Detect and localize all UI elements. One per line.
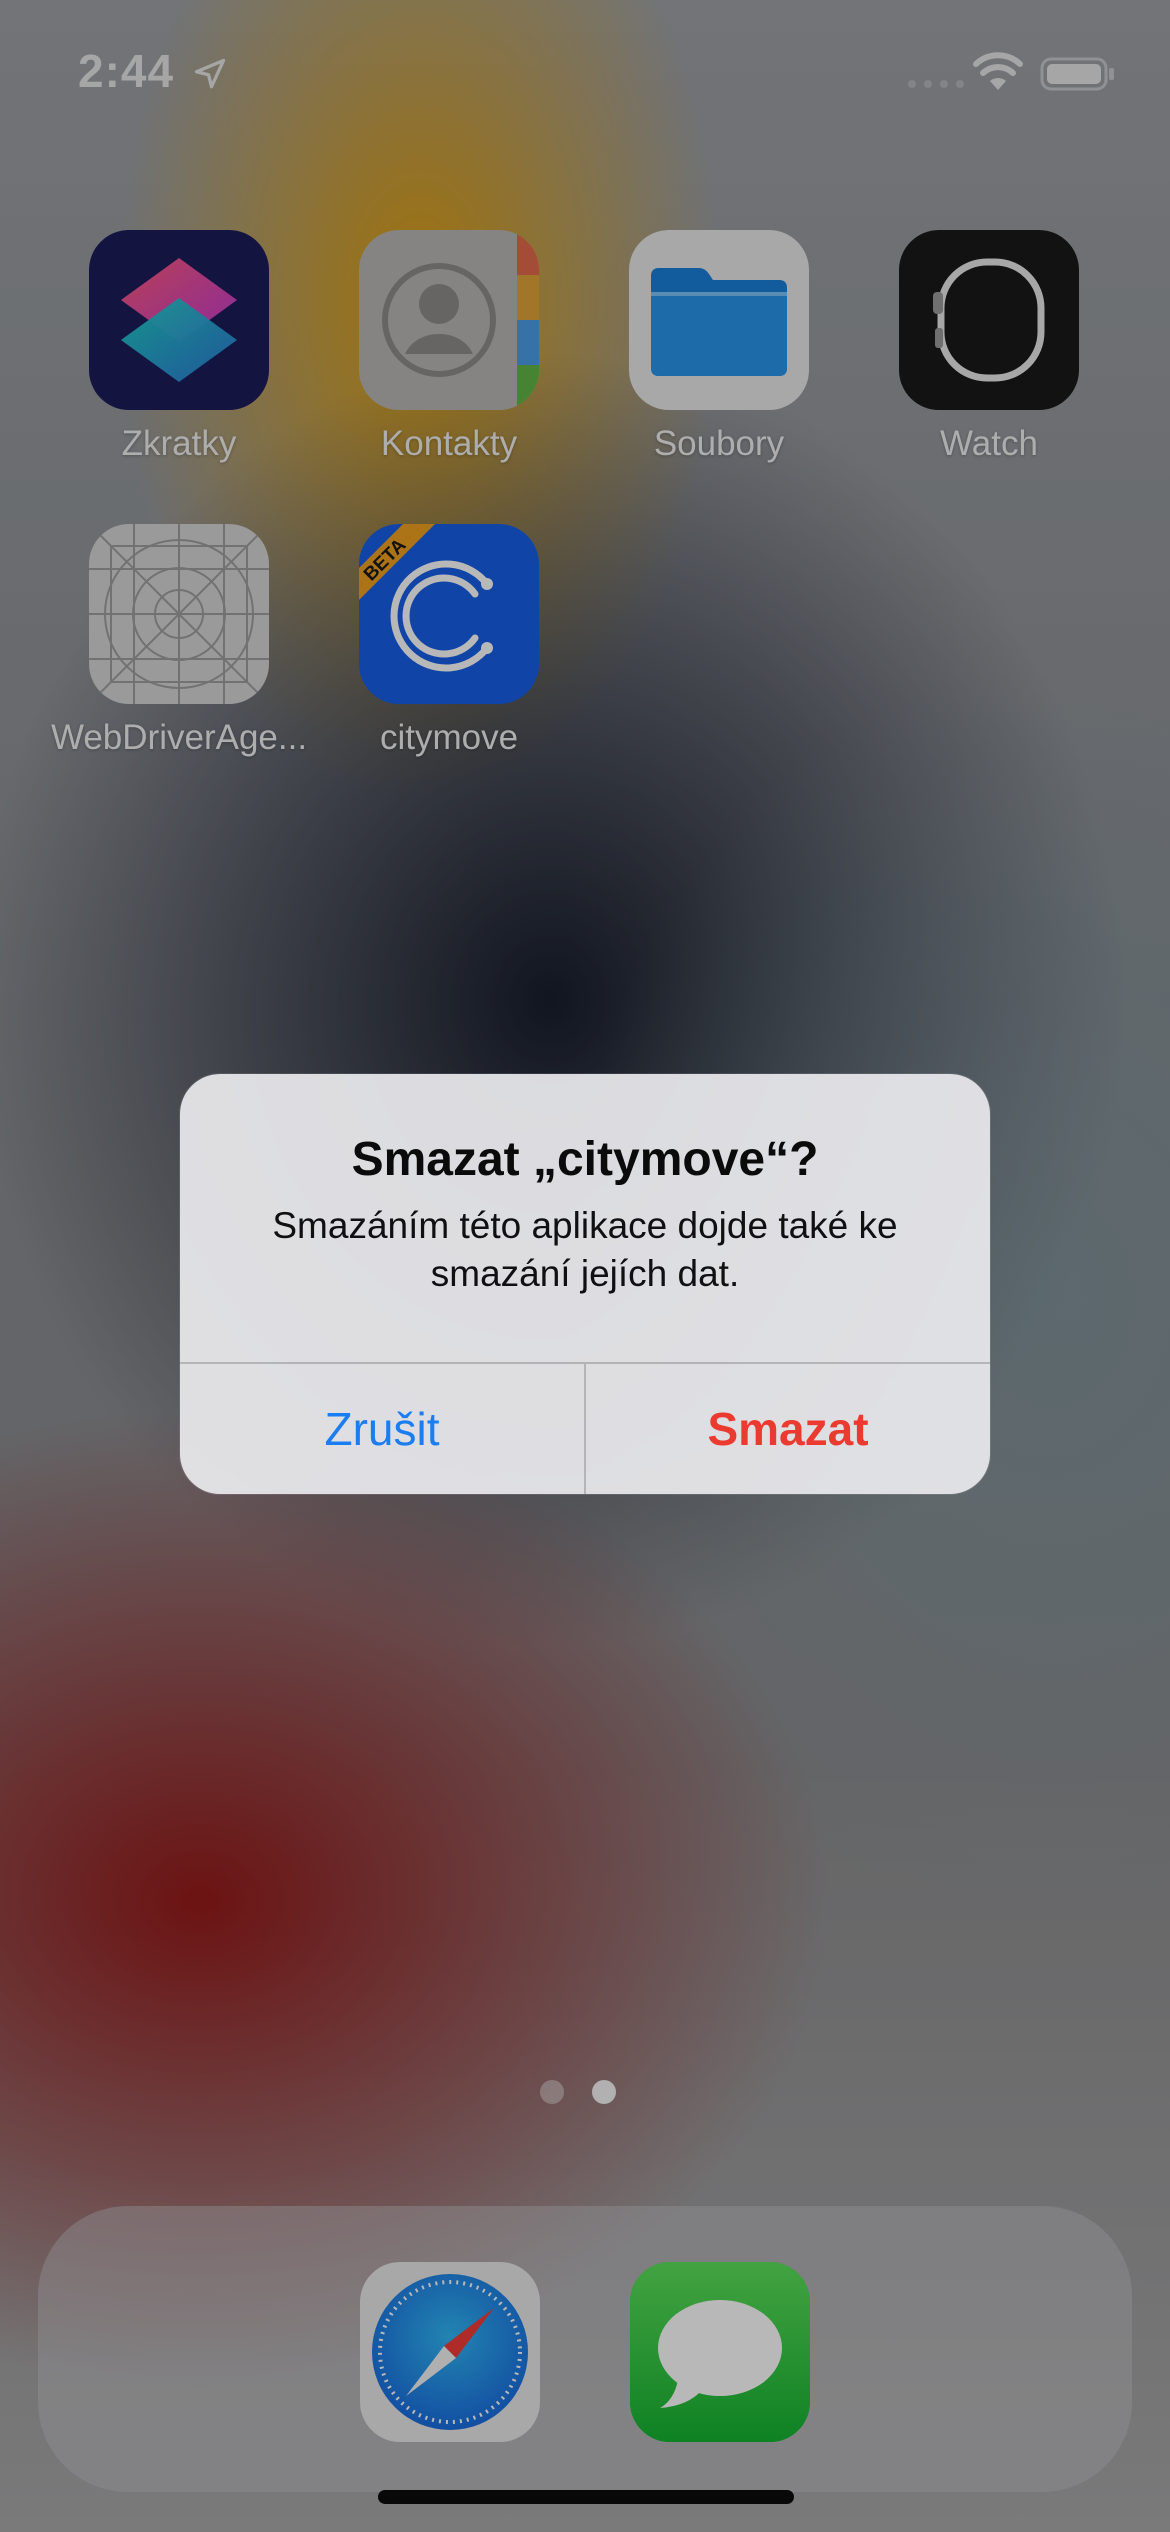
alert-message: Smazáním této aplikace dojde také ke sma… xyxy=(272,1205,898,1294)
delete-button[interactable]: Smazat xyxy=(586,1364,990,1494)
cancel-button[interactable]: Zrušit xyxy=(180,1364,584,1494)
delete-app-alert: Smazat „citymove“? Smazáním této aplikac… xyxy=(180,1074,990,1494)
alert-title: Smazat „citymove“? xyxy=(351,1133,819,1186)
